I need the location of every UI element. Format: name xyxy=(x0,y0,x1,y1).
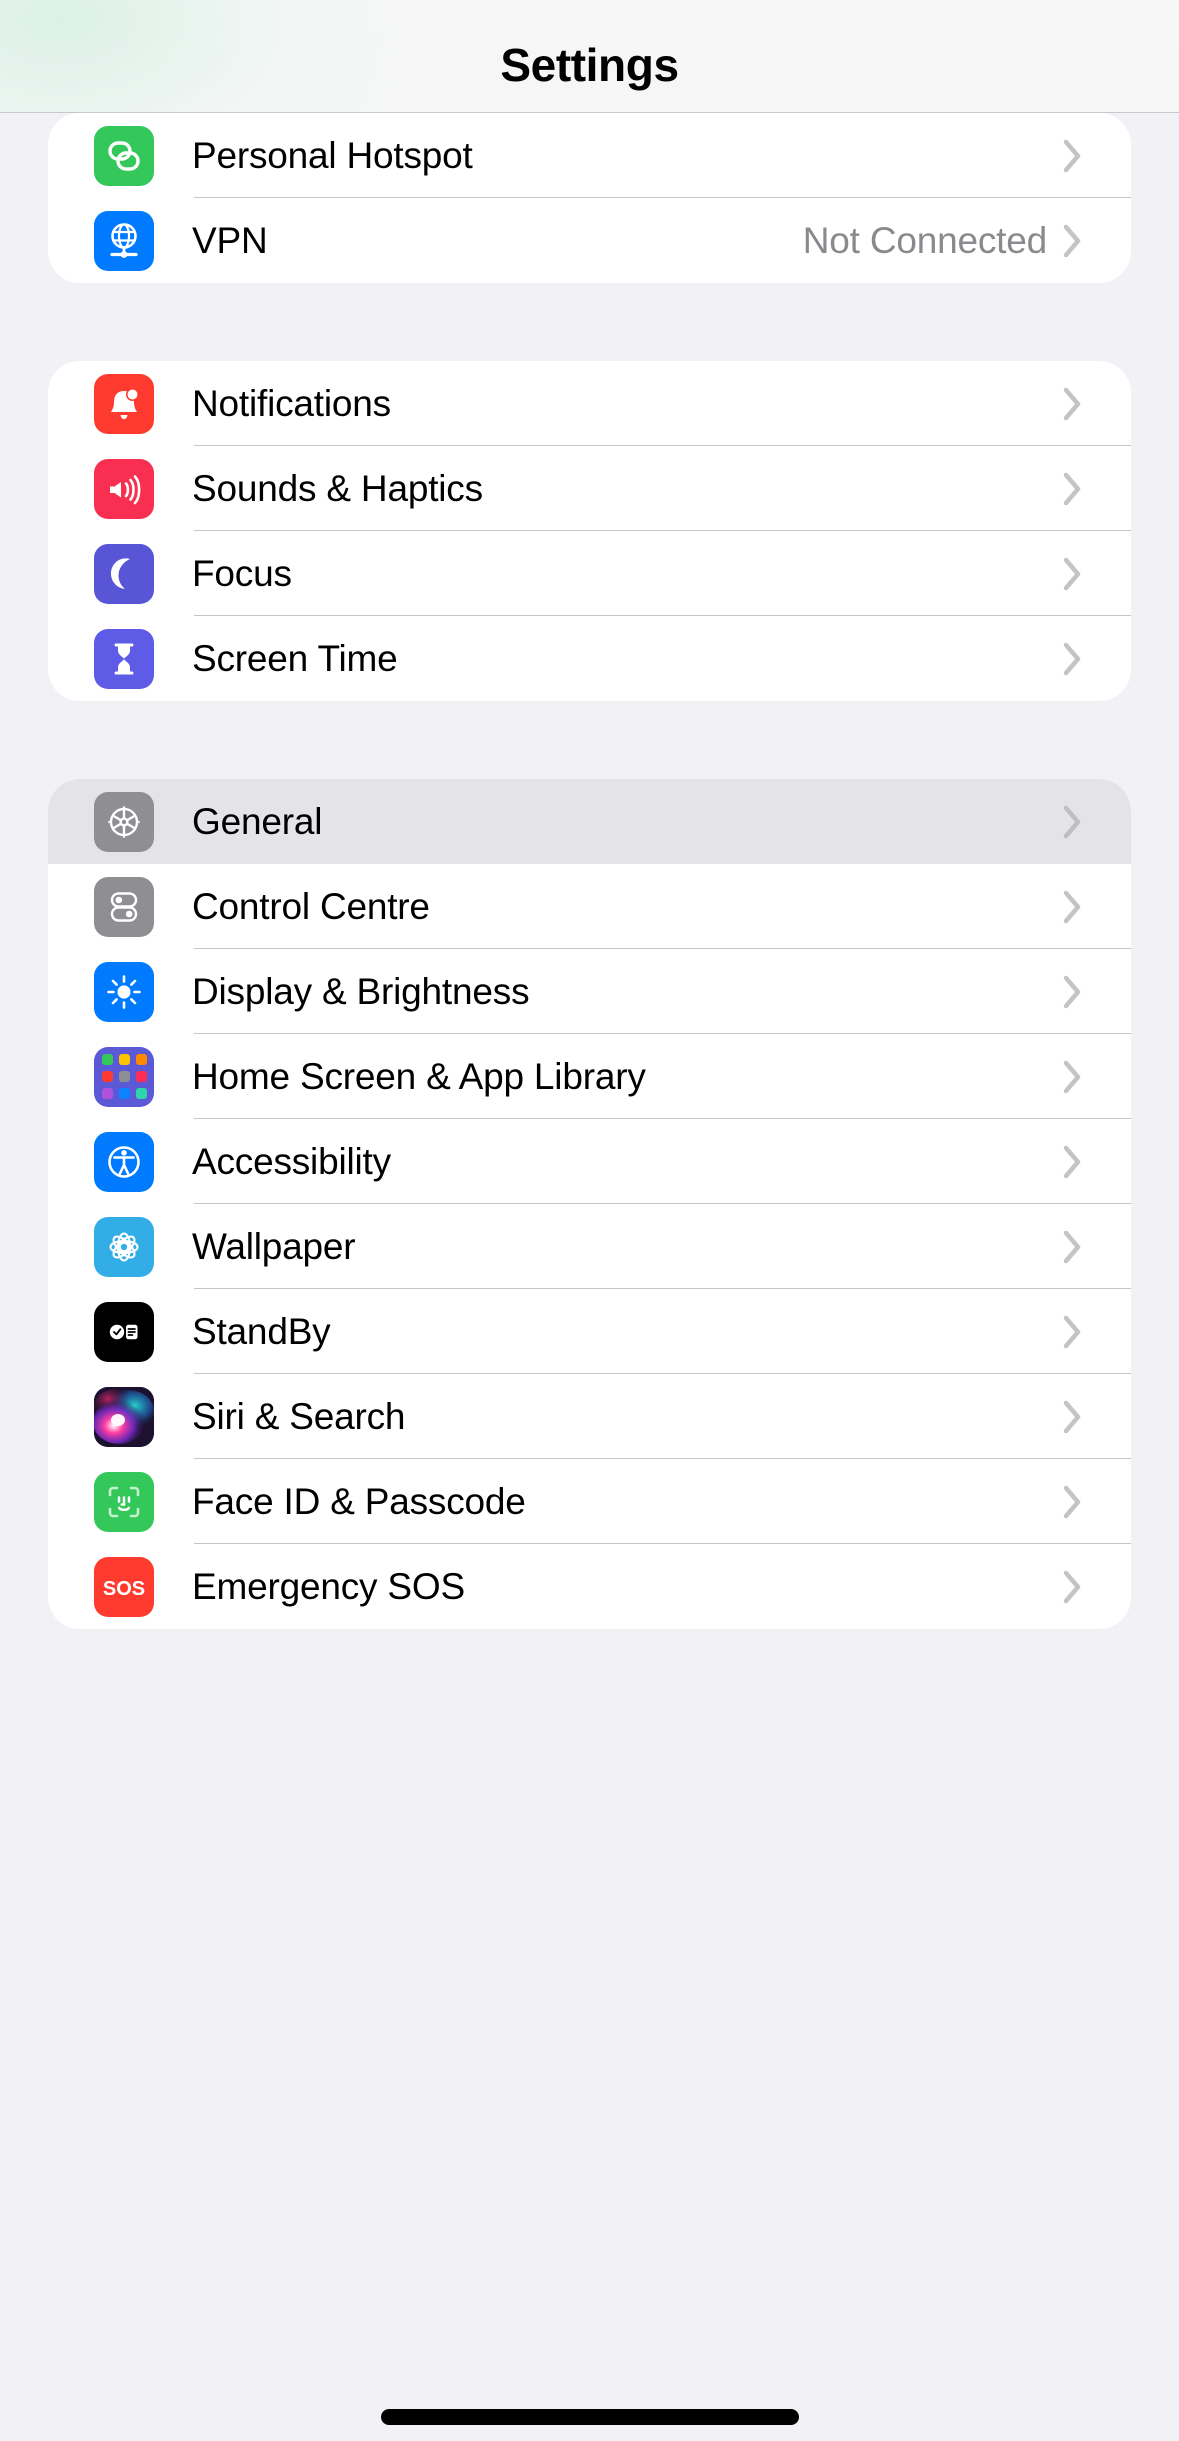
settings-row-label: Siri & Search xyxy=(192,1395,406,1437)
wallpaper-flower-icon xyxy=(94,1216,154,1277)
settings-section-connectivity: Personal Hotspot VPN Not Connected xyxy=(48,113,1131,283)
display-brightness-sun-icon xyxy=(94,961,154,1022)
chevron-right-icon xyxy=(1063,1315,1131,1349)
personal-hotspot-icon xyxy=(94,125,154,186)
settings-row-label: Personal Hotspot xyxy=(192,134,473,176)
settings-row-siri-search[interactable]: Siri & Search xyxy=(48,1374,1131,1459)
settings-row-face-id-passcode[interactable]: Face ID & Passcode xyxy=(48,1459,1131,1544)
home-indicator xyxy=(380,2409,799,2425)
settings-row-home-screen-app-library[interactable]: Home Screen & App Library xyxy=(48,1034,1131,1119)
home-screen-grid-icon xyxy=(94,1046,154,1107)
settings-row-focus[interactable]: Focus xyxy=(48,531,1131,616)
emergency-sos-icon: SOS xyxy=(94,1556,154,1617)
settings-row-control-centre[interactable]: Control Centre xyxy=(48,864,1131,949)
notifications-bell-icon xyxy=(94,373,154,434)
chevron-right-icon xyxy=(1063,1145,1131,1179)
svg-text:SOS: SOS xyxy=(103,1578,145,1600)
settings-row-sounds-haptics[interactable]: Sounds & Haptics xyxy=(48,446,1131,531)
settings-row-screen-time[interactable]: Screen Time xyxy=(48,616,1131,701)
page-title: Settings xyxy=(500,39,679,91)
settings-row-general[interactable]: General xyxy=(48,779,1131,864)
focus-moon-icon xyxy=(94,543,154,604)
settings-row-emergency-sos[interactable]: SOS Emergency SOS xyxy=(48,1544,1131,1629)
settings-row-label: Accessibility xyxy=(192,1140,391,1182)
navigation-bar: Settings xyxy=(0,0,1179,113)
chevron-right-icon xyxy=(1063,1485,1131,1519)
settings-row-label: StandBy xyxy=(192,1310,331,1352)
settings-row-vpn[interactable]: VPN Not Connected xyxy=(48,198,1131,283)
settings-row-label: Face ID & Passcode xyxy=(192,1480,526,1522)
general-gear-icon xyxy=(94,791,154,852)
settings-row-label: General xyxy=(192,800,323,842)
accessibility-person-icon xyxy=(94,1131,154,1192)
chevron-right-icon xyxy=(1063,890,1131,924)
settings-row-label: Home Screen & App Library xyxy=(192,1055,646,1097)
vpn-globe-icon xyxy=(94,210,154,271)
settings-scroll-content[interactable]: Personal Hotspot VPN Not Connected Notif… xyxy=(0,113,1179,1629)
standby-clock-icon xyxy=(94,1301,154,1362)
chevron-right-icon xyxy=(1063,1570,1131,1604)
settings-row-wallpaper[interactable]: Wallpaper xyxy=(48,1204,1131,1289)
chevron-right-icon xyxy=(1063,472,1131,506)
settings-section-alerts: Notifications Sounds & Haptics Focus Scr… xyxy=(48,361,1131,701)
control-centre-toggles-icon xyxy=(94,876,154,937)
sounds-speaker-icon xyxy=(94,458,154,519)
chevron-right-icon xyxy=(1063,1060,1131,1094)
settings-row-accessibility[interactable]: Accessibility xyxy=(48,1119,1131,1204)
settings-row-label: Control Centre xyxy=(192,885,430,927)
settings-row-notifications[interactable]: Notifications xyxy=(48,361,1131,446)
chevron-right-icon xyxy=(1063,1400,1131,1434)
settings-row-label: Wallpaper xyxy=(192,1225,356,1267)
settings-row-personal-hotspot[interactable]: Personal Hotspot xyxy=(48,113,1131,198)
settings-row-label: Screen Time xyxy=(192,637,398,679)
settings-row-display-brightness[interactable]: Display & Brightness xyxy=(48,949,1131,1034)
settings-row-label: Display & Brightness xyxy=(192,970,530,1012)
chevron-right-icon xyxy=(1063,642,1131,676)
settings-section-system: General Control Centre Display & Brightn… xyxy=(48,779,1131,1629)
settings-row-standby[interactable]: StandBy xyxy=(48,1289,1131,1374)
settings-row-label: VPN xyxy=(192,219,268,261)
chevron-right-icon xyxy=(1063,139,1131,173)
vpn-status-value: Not Connected xyxy=(802,219,1047,261)
settings-row-label: Notifications xyxy=(192,382,391,424)
siri-orb-icon xyxy=(94,1386,154,1447)
chevron-right-icon xyxy=(1063,557,1131,591)
settings-row-label: Sounds & Haptics xyxy=(192,467,483,509)
screen-time-hourglass-icon xyxy=(94,628,154,689)
face-id-icon xyxy=(94,1471,154,1532)
chevron-right-icon xyxy=(1063,224,1131,258)
chevron-right-icon xyxy=(1063,1230,1131,1264)
settings-row-label: Focus xyxy=(192,552,292,594)
settings-screen: Settings Personal Hotspot VPN Not Connec… xyxy=(0,0,1179,2441)
chevron-right-icon xyxy=(1063,805,1131,839)
chevron-right-icon xyxy=(1063,387,1131,421)
settings-row-label: Emergency SOS xyxy=(192,1565,465,1607)
chevron-right-icon xyxy=(1063,975,1131,1009)
